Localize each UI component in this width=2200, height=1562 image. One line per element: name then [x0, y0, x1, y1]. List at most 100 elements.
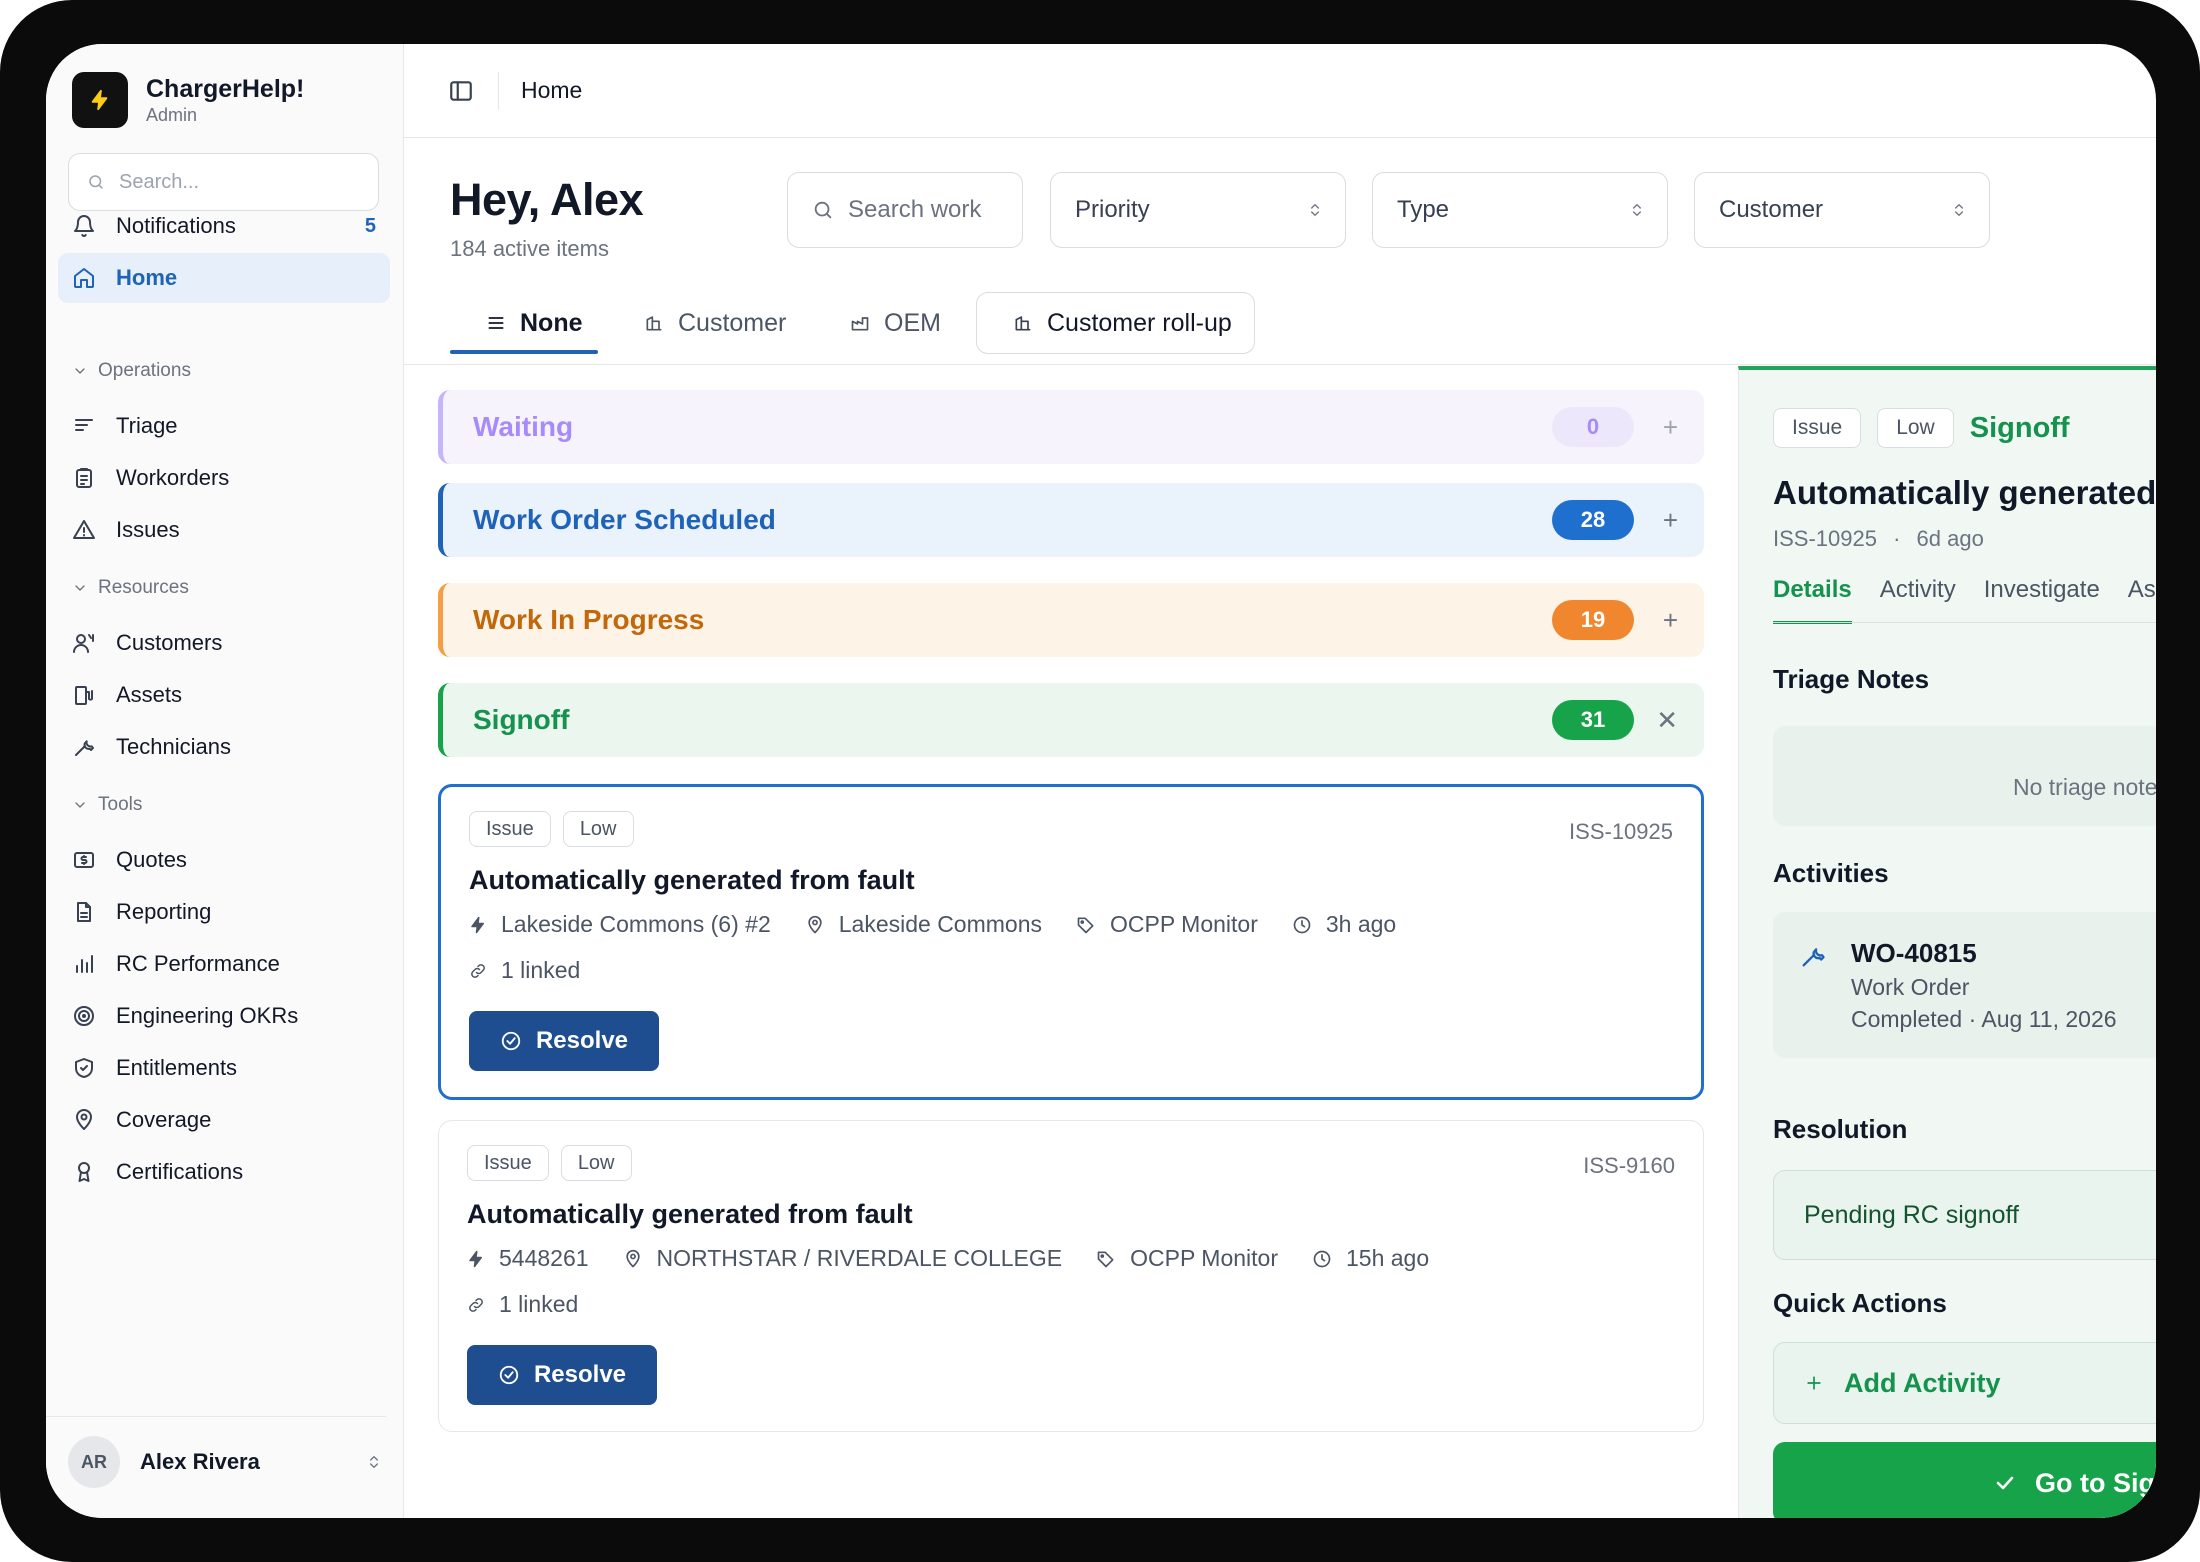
- sidebar-item-rc-performance[interactable]: RC Performance: [58, 939, 390, 989]
- building-icon: [1013, 313, 1033, 333]
- add-activity-button[interactable]: Add Activity: [1773, 1342, 2156, 1424]
- group-name: Signoff: [473, 704, 570, 735]
- sidebar-item-workorders[interactable]: Workorders: [58, 453, 390, 503]
- sidebar-toggle-icon[interactable]: [448, 78, 474, 104]
- sidebar-item-issues[interactable]: Issues: [58, 505, 390, 555]
- sidebar-item-notifications[interactable]: Notifications 5: [58, 201, 390, 251]
- tab-assets[interactable]: Assets: [2128, 570, 2156, 624]
- plus-icon[interactable]: +: [1663, 412, 1678, 443]
- charger-name: 5448261: [499, 1245, 589, 1271]
- tab-none[interactable]: None: [472, 292, 583, 354]
- clock-icon: [1292, 915, 1312, 935]
- charger-name: Lakeside Commons (6) #2: [501, 911, 771, 937]
- work-item-card[interactable]: Issue Low ISS-9160 Automatically generat…: [438, 1120, 1704, 1432]
- resolve-button[interactable]: Resolve: [469, 1011, 659, 1071]
- dollar-icon: [72, 848, 96, 872]
- sidebar-item-home[interactable]: Home: [58, 253, 390, 303]
- section-title: Operations: [98, 360, 191, 381]
- breadcrumb: Home: [521, 77, 583, 103]
- link-icon: [467, 1296, 485, 1314]
- tab-details[interactable]: Details: [1773, 570, 1852, 624]
- sidebar-item-quotes[interactable]: Quotes: [58, 835, 390, 885]
- search-icon: [812, 199, 834, 221]
- search-work-input[interactable]: [848, 196, 1008, 224]
- sidebar-item-certifications[interactable]: Certifications: [58, 1147, 390, 1197]
- triage-icon: [72, 414, 96, 438]
- section-title: Resources: [98, 577, 189, 598]
- active-items-count: 184 active items: [450, 236, 609, 261]
- activity-item[interactable]: WO-40815 Work Order Completed · Aug 11, …: [1773, 912, 2156, 1058]
- search-icon: [87, 173, 105, 191]
- detail-panel: Issue Low Signoff Automatically generate…: [1738, 366, 2156, 1518]
- time-meta: 3h ago: [1292, 911, 1396, 938]
- tab-customer[interactable]: Customer: [630, 292, 786, 354]
- wrench-icon: [72, 735, 96, 759]
- detail-tabs: Details Activity Investigate Assets: [1773, 570, 2156, 624]
- plus-icon[interactable]: +: [1663, 505, 1678, 536]
- tab-customer-roll-up[interactable]: Customer roll-up: [976, 292, 1255, 354]
- chevron-down-icon: [72, 797, 88, 813]
- avatar: AR: [68, 1436, 120, 1488]
- bolt-icon: [72, 72, 128, 128]
- priority-label: Priority: [1075, 196, 1150, 223]
- building-icon: [644, 313, 664, 333]
- charger-meta: 5448261: [467, 1245, 589, 1272]
- sidebar-item-entitlements[interactable]: Entitlements: [58, 1043, 390, 1093]
- group-work-order-scheduled[interactable]: Work Order Scheduled 28 +: [438, 483, 1704, 557]
- customer-select[interactable]: Customer: [1694, 172, 1990, 248]
- group-waiting[interactable]: Waiting 0 +: [438, 390, 1704, 464]
- linked-meta[interactable]: 1 linked: [467, 1291, 578, 1318]
- sidebar-item-label: RC Performance: [116, 951, 280, 976]
- activity-id: WO-40815: [1851, 938, 1977, 968]
- close-icon[interactable]: ✕: [1656, 705, 1678, 736]
- type-select[interactable]: Type: [1372, 172, 1668, 248]
- site-meta: Lakeside Commons: [805, 911, 1042, 938]
- quick-actions-heading: Quick Actions: [1773, 1288, 1947, 1318]
- work-item-card[interactable]: Issue Low ISS-10925 Automatically genera…: [438, 784, 1704, 1100]
- sidebar-item-customers[interactable]: Customers: [58, 618, 390, 668]
- bell-icon: [72, 214, 96, 238]
- sidebar-item-triage[interactable]: Triage: [58, 401, 390, 451]
- tab-investigate[interactable]: Investigate: [1984, 570, 2100, 624]
- add-activity-label: Add Activity: [1844, 1367, 2001, 1398]
- users-icon: [72, 631, 96, 655]
- section-operations[interactable]: Operations: [72, 360, 191, 382]
- sidebar-item-engineering-okrs[interactable]: Engineering OKRs: [58, 991, 390, 1041]
- shield-icon: [72, 1056, 96, 1080]
- warning-triangle-icon: [72, 518, 96, 542]
- brand[interactable]: ChargerHelp! Admin: [72, 72, 304, 128]
- section-resources[interactable]: Resources: [72, 577, 189, 599]
- bar-chart-icon: [72, 952, 96, 976]
- linked-meta[interactable]: 1 linked: [469, 957, 580, 984]
- sidebar-item-assets[interactable]: Assets: [58, 670, 390, 720]
- type-tag: Issue: [469, 811, 551, 847]
- sidebar-item-reporting[interactable]: Reporting: [58, 887, 390, 937]
- resolve-button[interactable]: Resolve: [467, 1345, 657, 1405]
- sidebar-search-input[interactable]: [119, 170, 359, 194]
- chevron-down-icon: [72, 580, 88, 596]
- chevron-updown-icon: [1951, 202, 1967, 218]
- sidebar-item-label: Quotes: [116, 847, 187, 872]
- detail-age: 6d ago: [1916, 526, 1984, 551]
- sidebar-item-coverage[interactable]: Coverage: [58, 1095, 390, 1145]
- plus-icon[interactable]: +: [1663, 605, 1678, 636]
- map-pin-icon: [72, 1108, 96, 1132]
- sidebar-item-technicians[interactable]: Technicians: [58, 722, 390, 772]
- sidebar-item-label: Coverage: [116, 1107, 212, 1132]
- tab-activity[interactable]: Activity: [1880, 570, 1956, 624]
- clipboard-icon: [72, 466, 96, 490]
- user-menu[interactable]: AR Alex Rivera: [68, 1434, 382, 1490]
- target-icon: [72, 1004, 96, 1028]
- charger-icon: [72, 683, 96, 707]
- priority-select[interactable]: Priority: [1050, 172, 1346, 248]
- go-to-signoff-button[interactable]: Go to Signoff: [1773, 1442, 2156, 1518]
- search-work-field[interactable]: [787, 172, 1023, 248]
- group-signoff[interactable]: Signoff 31 ✕: [438, 683, 1704, 757]
- resolve-label: Resolve: [535, 1027, 629, 1054]
- section-tools[interactable]: Tools: [72, 794, 142, 816]
- tab-oem[interactable]: OEM: [836, 292, 941, 354]
- group-work-in-progress[interactable]: Work In Progress 19 +: [438, 583, 1704, 657]
- time-ago: 15h ago: [1345, 1245, 1430, 1271]
- plus-icon: [1804, 1373, 1824, 1393]
- site-name: NORTHSTAR / RIVERDALE COLLEGE: [656, 1245, 1063, 1271]
